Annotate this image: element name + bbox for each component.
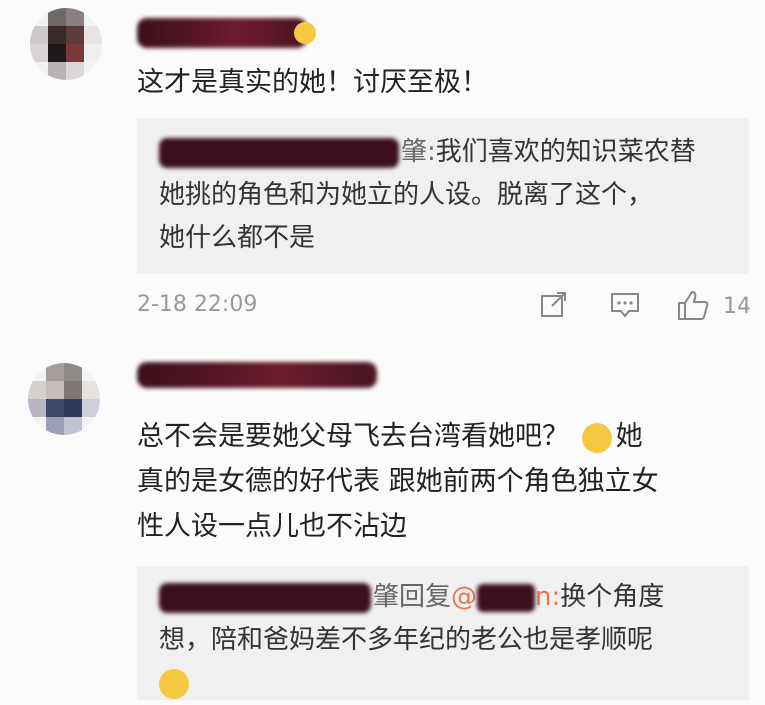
reply-line [159,662,664,705]
quoted-reply[interactable]: 肇回复@ n:换个角度 想，陪和爸妈差不多年纪的老公也是孝顺呢 [137,566,749,700]
reply-line: 想，陪和爸妈差不多年纪的老公也是孝顺呢 [159,625,654,655]
reply-line: 她挑的角色和为她立的人设。脱离了这个， [159,180,654,210]
comment-text: 总不会是要她父母飞去台湾看她吧？ 她 真的是女德的好代表 跟她前两个角色独立女 … [137,414,659,549]
reply-author-redacted[interactable] [159,137,399,168]
comment-text: 这才是真实的她！讨厌至极！ [137,67,488,98]
thumbs-up-icon[interactable] [676,288,710,322]
quoted-reply[interactable]: 肇:我们喜欢的知识菜农替 她挑的角色和为她立的人设。脱离了这个， 她什么都不是 [137,118,749,274]
emoji-grin-icon [294,22,316,44]
avatar[interactable] [30,8,102,80]
reply-line: 肇回复@ n:换个角度 [159,576,664,619]
comment-line: 真的是女德的好代表 跟她前两个角色独立女 [137,466,659,497]
like-count: 14 [723,294,751,319]
comment-icon[interactable] [608,290,642,320]
timestamp: 2-18 22:09 [137,292,258,317]
reply-line: 肇:我们喜欢的知识菜农替 [159,131,696,174]
reply-author-redacted[interactable] [159,582,371,613]
emoji-sweat-icon [581,422,612,453]
comment-line: 性人设一点儿也不沾边 [137,511,407,542]
username-redacted[interactable] [137,362,377,388]
reply-line: 她什么都不是 [159,223,316,253]
emoji-grin-icon [159,668,189,699]
repost-icon[interactable] [538,290,570,320]
mention-redacted[interactable] [477,583,536,612]
comment-line: 总不会是要她父母飞去台湾看她吧？ 她 [137,421,643,453]
username-redacted[interactable] [137,18,307,48]
avatar[interactable] [28,363,100,435]
